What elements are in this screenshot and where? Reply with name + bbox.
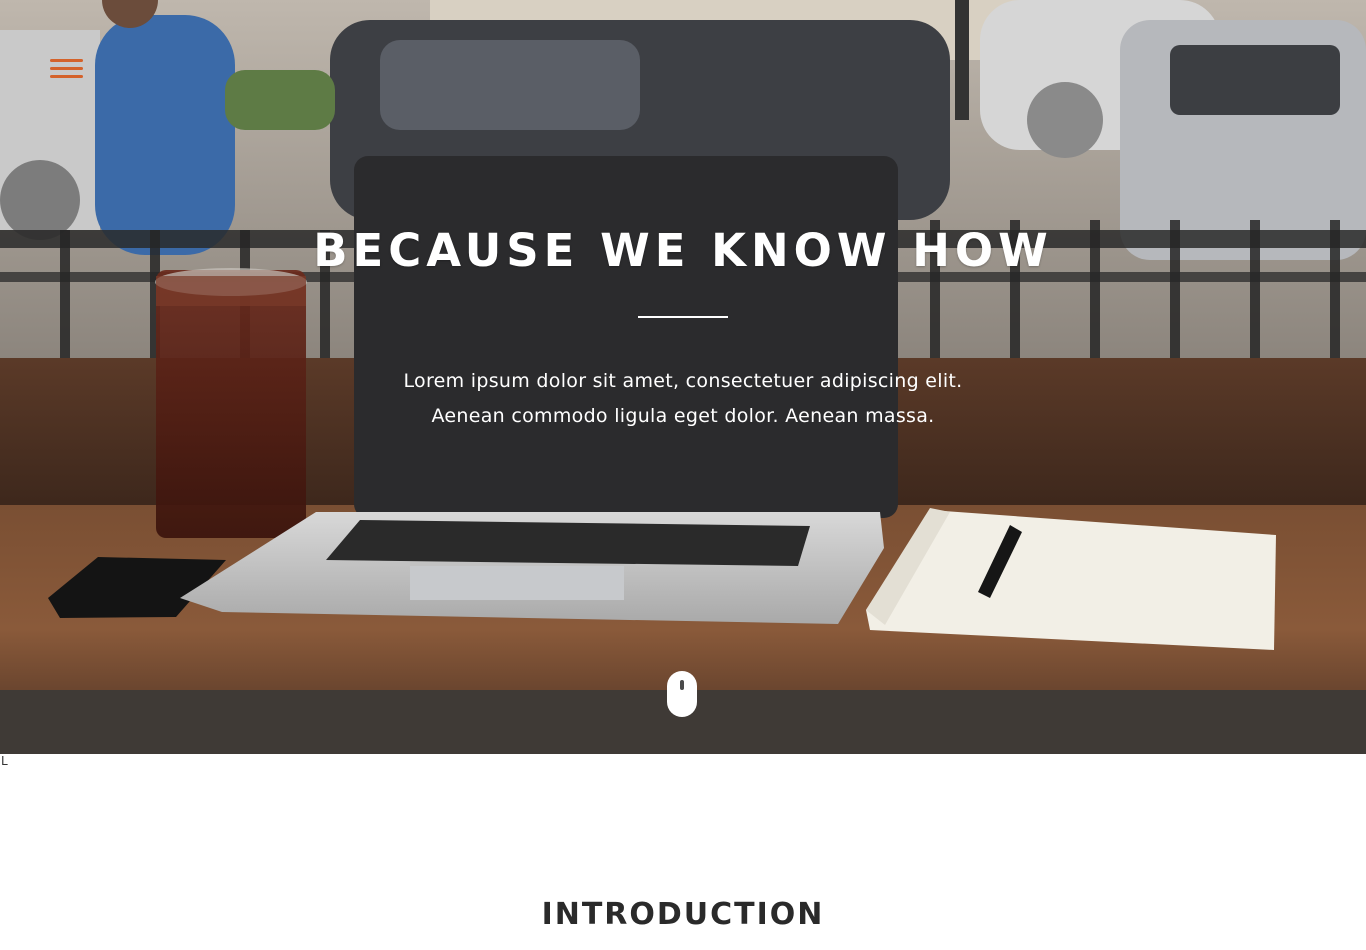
hero-description-line-1: Lorem ipsum dolor sit amet, consectetuer… [403, 370, 963, 392]
stray-text: L [1, 754, 8, 768]
hero-title: BECAUSE WE KNOW HOW [313, 224, 1053, 277]
hero-divider [638, 316, 728, 318]
hamburger-menu-button[interactable] [46, 54, 86, 84]
scroll-mouse-icon[interactable] [667, 671, 697, 717]
hamburger-menu-icon [50, 59, 83, 62]
introduction-heading: INTRODUCTION [541, 897, 825, 932]
hero-description: Lorem ipsum dolor sit amet, consectetuer… [283, 364, 1083, 434]
hero-description-line-2: Aenean commodo ligula eget dolor. Aenean… [431, 405, 935, 427]
hero-section: BECAUSE WE KNOW HOW Lorem ipsum dolor si… [0, 0, 1366, 754]
